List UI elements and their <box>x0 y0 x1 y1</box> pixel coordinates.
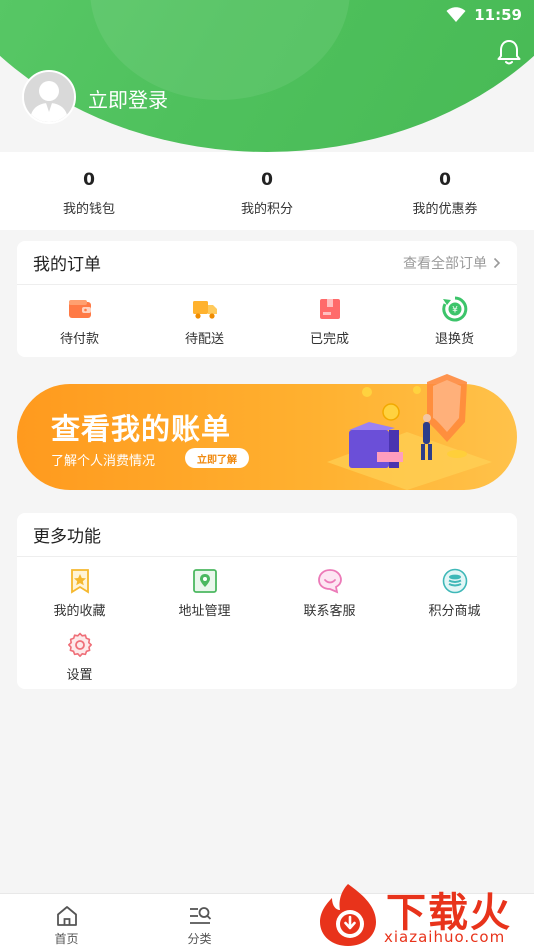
tab-category[interactable]: 分类 <box>133 894 266 949</box>
orders-header: 我的订单 查看全部订单 <box>17 241 517 285</box>
grid-label: 我的收藏 <box>53 603 106 619</box>
stat-coupons[interactable]: 0 我的优惠券 <box>356 152 534 230</box>
feature-customer-service[interactable]: 联系客服 <box>267 561 392 625</box>
chat-icon <box>317 568 342 594</box>
flame-logo-icon <box>320 884 376 946</box>
more-functions-card: 更多功能 我的收藏 地址管理 联系客服 积分商城 设置 <box>17 513 517 689</box>
home-icon <box>56 906 77 926</box>
grid-label: 地址管理 <box>178 603 231 619</box>
grid-label: 设置 <box>66 667 93 683</box>
chevron-right-icon <box>493 257 501 268</box>
more-header: 更多功能 <box>17 513 517 557</box>
coins-icon <box>442 568 467 593</box>
account-stats: 0 我的钱包 0 我的积分 0 我的优惠券 <box>0 152 534 230</box>
svg-text:¥: ¥ <box>452 305 458 315</box>
watermark: 下载火 xiazaihuo.com <box>314 878 534 949</box>
bill-illustration <box>327 374 492 490</box>
location-icon <box>192 568 217 593</box>
order-returns[interactable]: ¥ 退换货 <box>392 289 517 353</box>
star-bookmark-icon <box>70 568 89 594</box>
stat-label: 我的积分 <box>240 202 293 217</box>
stat-value: 0 <box>261 170 273 190</box>
bell-icon[interactable] <box>496 38 522 66</box>
grid-label: 联系客服 <box>303 603 356 619</box>
view-all-orders-label: 查看全部订单 <box>403 255 487 272</box>
box-icon <box>319 298 340 319</box>
feature-favorites[interactable]: 我的收藏 <box>17 561 142 625</box>
status-time: 11:59 <box>474 6 522 24</box>
feature-settings[interactable]: 设置 <box>17 625 142 689</box>
feature-address[interactable]: 地址管理 <box>142 561 267 625</box>
grid-label: 已完成 <box>309 331 349 347</box>
grid-label: 待付款 <box>59 331 99 347</box>
wallet-icon <box>68 299 91 318</box>
profile-header: 11:59 立即登录 <box>0 0 534 152</box>
wifi-icon <box>446 7 466 22</box>
banner-button[interactable]: 立即了解 <box>185 448 249 468</box>
truck-icon <box>192 300 217 319</box>
banner-subtitle: 了解个人消费情况 <box>51 454 156 469</box>
stat-value: 0 <box>83 170 95 190</box>
stat-wallet[interactable]: 0 我的钱包 <box>0 152 178 230</box>
stat-points[interactable]: 0 我的积分 <box>178 152 356 230</box>
tab-home[interactable]: 首页 <box>0 894 133 949</box>
stat-label: 我的钱包 <box>62 202 115 217</box>
status-bar: 11:59 <box>446 4 522 26</box>
login-link[interactable]: 立即登录 <box>88 84 168 113</box>
tab-label: 分类 <box>187 932 212 946</box>
order-pending-delivery[interactable]: 待配送 <box>142 289 267 353</box>
gear-icon <box>67 632 92 657</box>
watermark-text-en: xiazaihuo.com <box>384 928 506 946</box>
bill-banner[interactable]: 查看我的账单 了解个人消费情况 立即了解 <box>17 372 517 492</box>
avatar[interactable] <box>22 70 76 124</box>
orders-card: 我的订单 查看全部订单 待付款 待配送 已完成 ¥ 退换货 <box>17 241 517 357</box>
grid-label: 待配送 <box>184 331 224 347</box>
more-grid: 我的收藏 地址管理 联系客服 积分商城 设置 <box>17 557 517 689</box>
tab-label: 首页 <box>54 932 79 946</box>
grid-label: 积分商城 <box>428 603 481 619</box>
user-avatar-icon <box>24 72 74 122</box>
category-search-icon <box>189 907 211 924</box>
more-title: 更多功能 <box>33 527 101 547</box>
refund-icon: ¥ <box>441 296 467 321</box>
orders-title: 我的订单 <box>33 255 101 275</box>
stat-label: 我的优惠券 <box>412 202 478 217</box>
stat-value: 0 <box>439 170 451 190</box>
feature-points-mall[interactable]: 积分商城 <box>392 561 517 625</box>
grid-label: 退换货 <box>434 331 474 347</box>
order-completed[interactable]: 已完成 <box>267 289 392 353</box>
order-pending-payment[interactable]: 待付款 <box>17 289 142 353</box>
view-all-orders-link[interactable]: 查看全部订单 <box>403 253 501 273</box>
orders-grid: 待付款 待配送 已完成 ¥ 退换货 <box>17 285 517 353</box>
banner-title: 查看我的账单 <box>51 412 232 446</box>
